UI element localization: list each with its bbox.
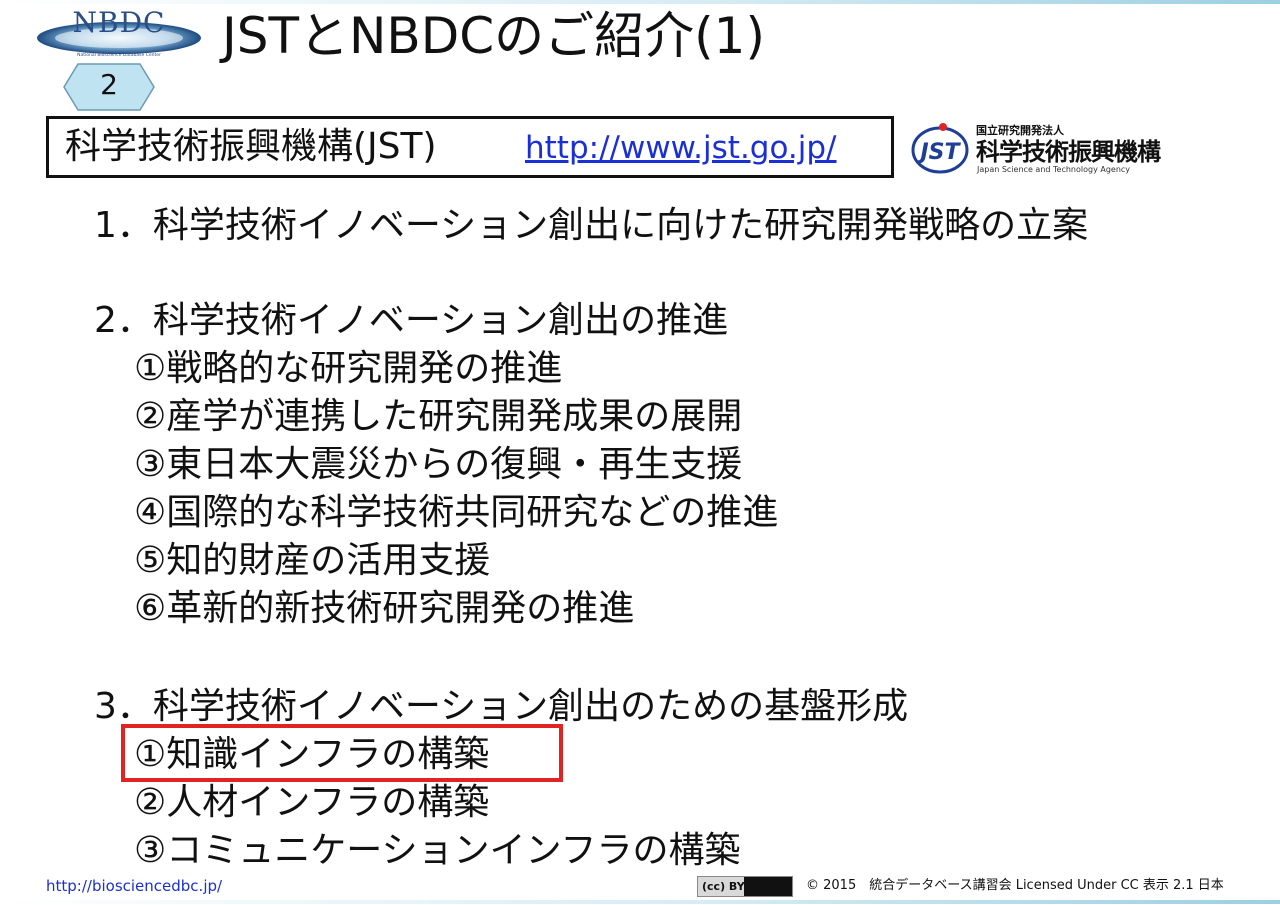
page-number: 2 [100, 68, 118, 101]
list-item: ④国際的な科学技術共同研究などの推進 [134, 492, 779, 533]
svg-text:NBDC: NBDC [73, 6, 166, 39]
svg-text:JST: JST [916, 140, 961, 165]
section-1-heading: 1．科学技術イノベーション創出に向けた研究開発戦略の立案 [94, 205, 1089, 246]
org-url-link[interactable]: http://www.jst.go.jp/ [525, 128, 837, 168]
org-name: 科学技術振興機構(JST) [65, 126, 437, 167]
list-item: ①戦略的な研究開発の推進 [134, 348, 563, 389]
list-item: ③東日本大震災からの復興・再生支援 [134, 444, 743, 485]
list-item: ②人材インフラの構築 [134, 782, 490, 823]
nbdc-logo-icon: NBDC National Bioscience Database Center [37, 6, 201, 58]
org-header-box: 科学技術振興機構(JST) http://www.jst.go.jp/ [46, 116, 894, 178]
list-item: ③コミュニケーションインフラの構築 [134, 830, 741, 871]
jst-logo-name: 科学技術振興機構 [976, 138, 1161, 166]
list-item: ②産学が連携した研究開発成果の展開 [134, 396, 743, 437]
page-title: JSTとNBDCのご紹介(1) [222, 7, 765, 65]
footer-url-link[interactable]: http://biosciencedbc.jp/ [46, 876, 222, 896]
bottom-accent-line [0, 900, 1280, 904]
section-2-heading: 2．科学技術イノベーション創出の推進 [94, 300, 729, 341]
jst-logo-english: Japan Science and Technology Agency [977, 165, 1131, 174]
cc-badge-label: (cc) BY [702, 880, 745, 893]
highlight-box [121, 724, 563, 782]
cc-by-icon[interactable]: (cc) BY [697, 876, 793, 897]
jst-logo-icon: JST [911, 123, 969, 174]
footer-copyright: © 2015 統合データベース講習会 Licensed Under CC 表示 … [806, 878, 1224, 893]
list-item: ⑥革新的新技術研究開発の推進 [134, 588, 635, 629]
svg-text:National Bioscience Database C: National Bioscience Database Center [77, 52, 161, 58]
list-item: ⑤知的財産の活用支援 [134, 540, 491, 581]
jst-logo-small-label: 国立研究開発法人 [976, 124, 1064, 137]
